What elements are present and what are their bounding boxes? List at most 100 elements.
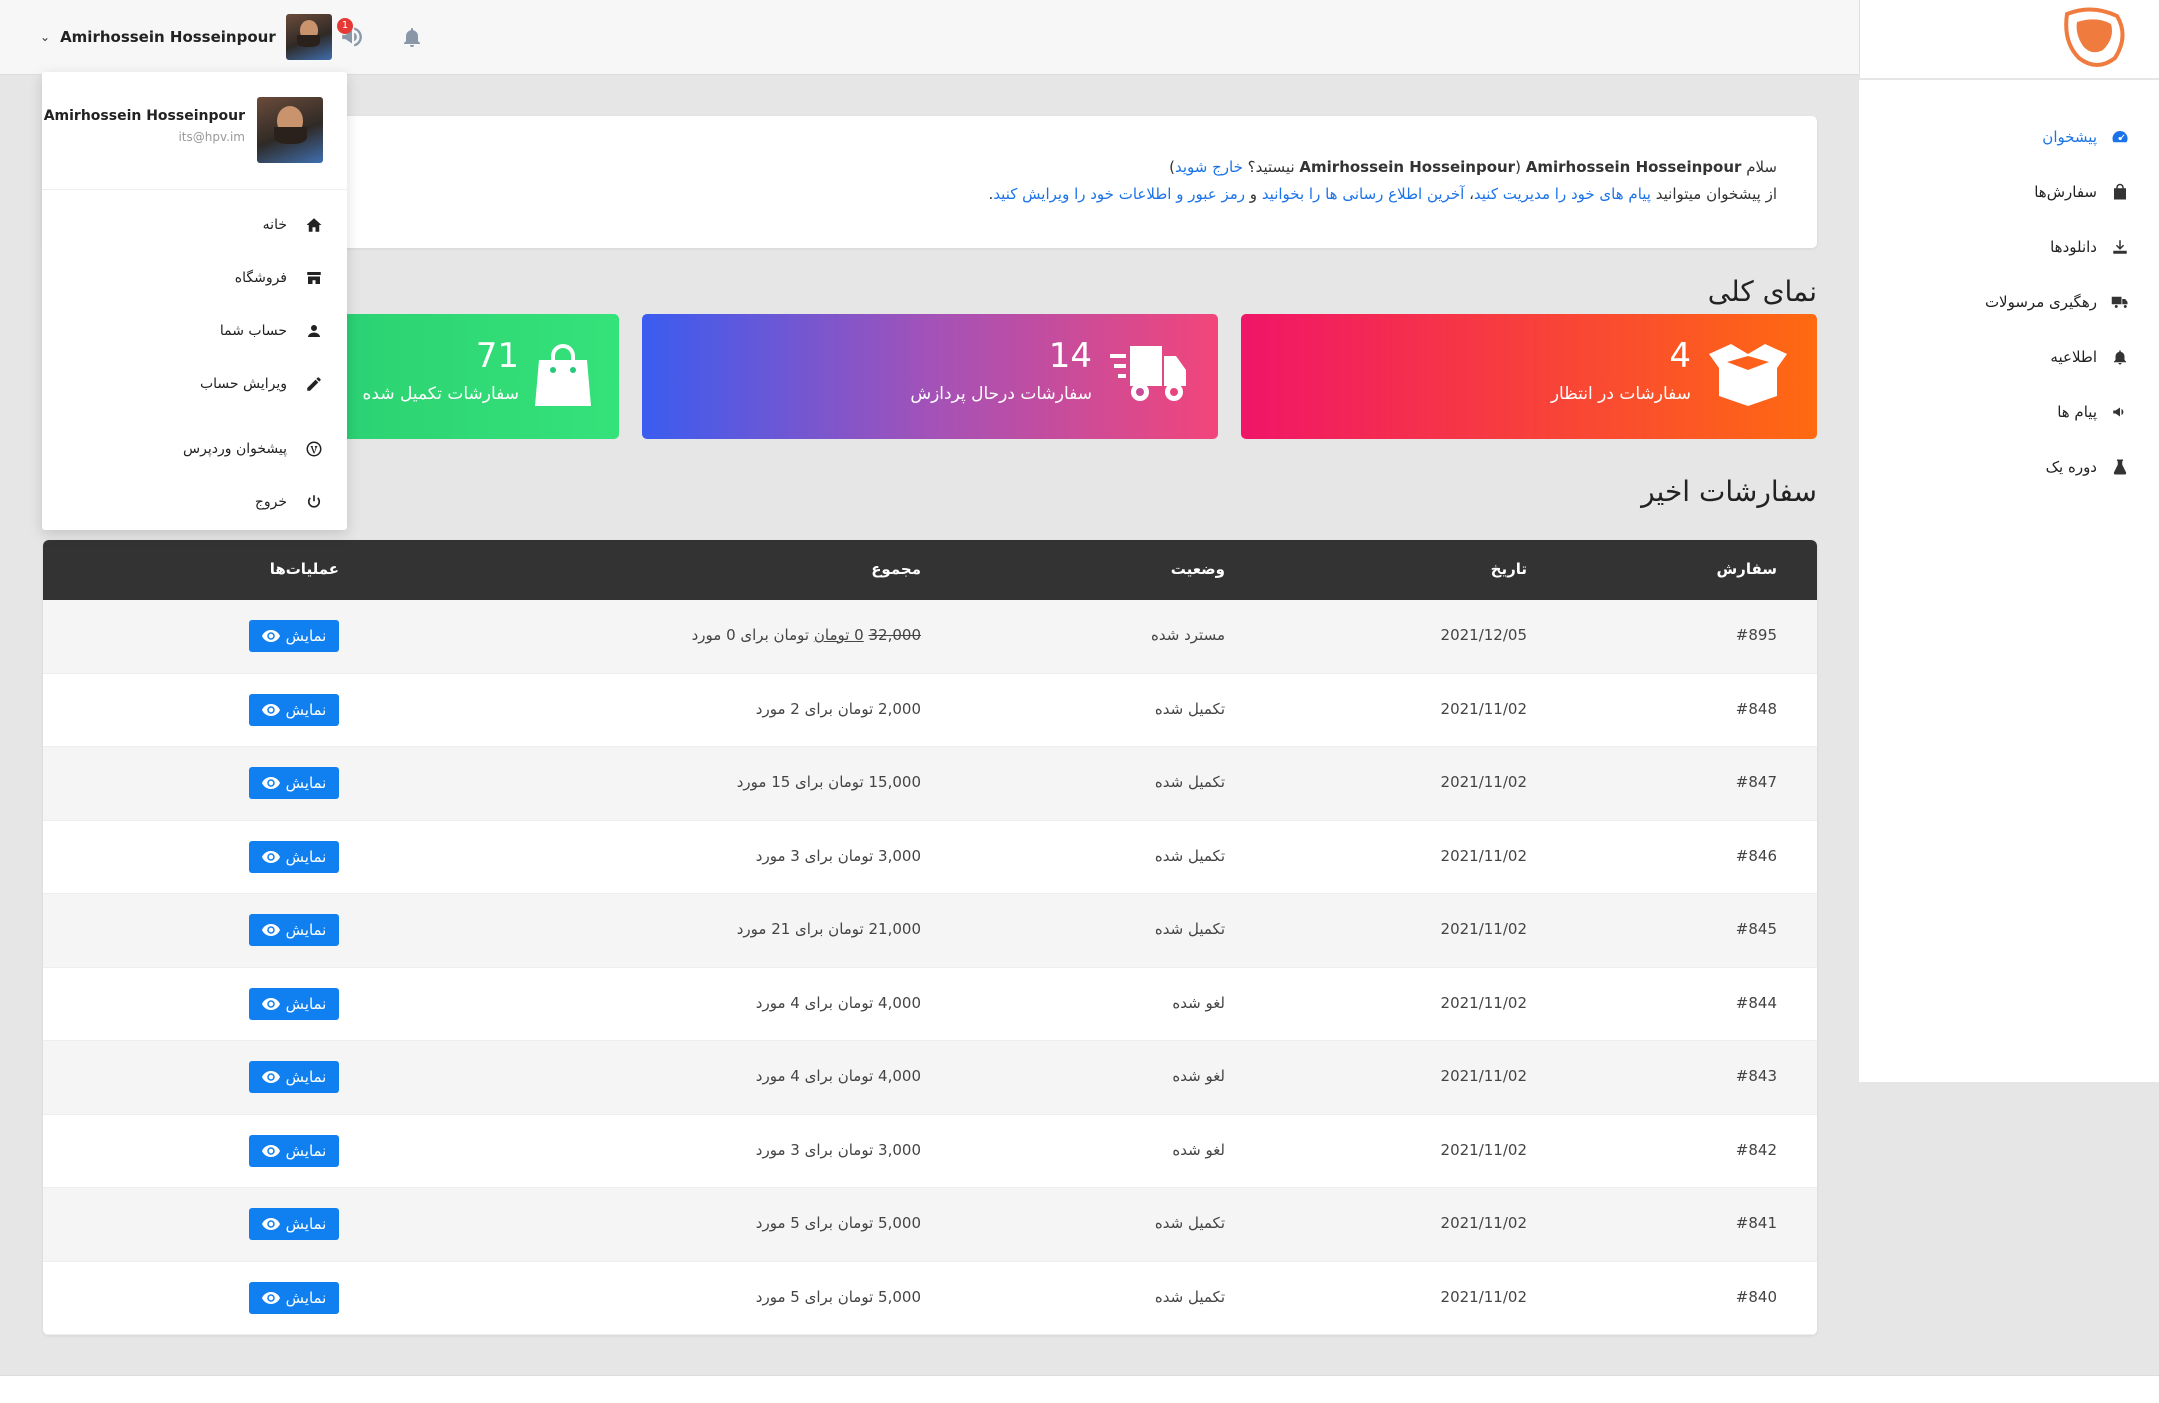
notification-badge: 1 <box>337 18 353 34</box>
logo-icon[interactable] <box>2057 6 2127 70</box>
card-label: سفارشات در انتظار <box>1550 384 1691 404</box>
order-total: 2,000 تومان برای 2 مورد <box>755 699 921 718</box>
view-order-button[interactable]: نمایش <box>249 1208 339 1240</box>
order-status: تکمیل شده <box>1154 920 1225 938</box>
shopping-bag-icon <box>535 344 591 406</box>
chevron-down-icon: ⌄ <box>40 30 51 44</box>
menu-item-logout[interactable]: خروج <box>255 489 323 515</box>
sidebar-item-label: سفارش‌ها <box>2034 183 2097 201</box>
view-order-button[interactable]: نمایش <box>249 620 339 652</box>
view-order-button[interactable]: نمایش <box>249 693 339 726</box>
view-order-button[interactable]: نمایش <box>249 1061 339 1093</box>
order-date: 2021/11/02 <box>1440 920 1527 938</box>
announcements-button[interactable]: 1 <box>335 18 369 54</box>
user-icon <box>308 325 320 337</box>
card-processing[interactable]: 14 سفارشات درحال پردازش <box>642 314 1218 439</box>
order-total: 3,000 تومان برای 3 مورد <box>755 1140 921 1159</box>
order-date: 2021/11/02 <box>1440 699 1527 718</box>
pencil-icon <box>307 377 321 391</box>
bag-icon <box>2114 183 2126 200</box>
order-number[interactable]: #846 <box>1736 847 1777 865</box>
order-number[interactable]: #843 <box>1736 1067 1777 1085</box>
avatar <box>285 14 332 60</box>
order-number[interactable]: #840 <box>1736 1288 1777 1306</box>
power-icon <box>307 495 321 508</box>
table-row: #840 2021/11/02 تکمیل شده 5,000 تومان برای … <box>43 1261 1817 1335</box>
order-number[interactable]: #842 <box>1736 1141 1777 1159</box>
order-total-old: 32,000 <box>868 626 922 644</box>
eye-icon <box>261 1218 280 1230</box>
order-number[interactable]: #841 <box>1736 1214 1777 1232</box>
menu-item-account[interactable]: حساب شما <box>220 318 323 344</box>
sidebar-item-label: اطلاعیه <box>2050 348 2097 366</box>
avatar <box>257 97 323 163</box>
view-order-button[interactable]: نمایش <box>249 840 339 873</box>
order-total: 4,000 تومان برای 4 مورد <box>755 1067 921 1085</box>
view-button-label: نمایش <box>285 1141 327 1160</box>
card-number: 4 <box>1669 336 1691 376</box>
sidebar-item-tracking[interactable]: رهگیری مرسولات <box>1985 287 2129 317</box>
home-icon <box>306 218 322 232</box>
order-number[interactable]: #848 <box>1736 700 1777 718</box>
card-pending[interactable]: 4 سفارشات در انتظار <box>1241 314 1817 439</box>
box-open-icon <box>1709 344 1787 406</box>
menu-item-wp-admin[interactable]: پیشخوان وردپرس <box>183 436 323 462</box>
megaphone-icon <box>2113 407 2124 417</box>
table-row: #845 2021/11/02 تکمیل شده 21,000 تومان برای… <box>43 894 1817 968</box>
order-status: لغو شده <box>1172 1067 1225 1085</box>
overview-title: نمای کلی <box>1707 275 1817 308</box>
view-order-button[interactable]: نمایش <box>249 1134 339 1167</box>
card-number: 14 <box>1048 336 1092 376</box>
order-number[interactable]: #895 <box>1736 626 1777 644</box>
view-button-label: نمایش <box>285 627 327 645</box>
column-date: تاریخ <box>1490 560 1527 578</box>
table-body: #895 2021/12/05 مسترد شده 32,000 0 تومان تو… <box>43 600 1817 1335</box>
sidebar-item-label: رهگیری مرسولات <box>1984 293 2097 311</box>
table-row: #846 2021/11/02 تکمیل شده 3,000 تومان برای … <box>43 820 1817 894</box>
order-status: مسترد شده <box>1151 626 1225 644</box>
order-status: تکمیل شده <box>1154 773 1225 791</box>
sidebar-item-notices[interactable]: اطلاعیه <box>2050 342 2129 372</box>
order-total: 3,000 تومان برای 3 مورد <box>755 846 921 865</box>
order-status: تکمیل شده <box>1154 846 1225 865</box>
order-date: 2021/11/02 <box>1440 846 1527 865</box>
sidebar-item-messages[interactable]: پیام ها <box>2057 397 2129 427</box>
table-row: #895 2021/12/05 مسترد شده 32,000 0 تومان تو… <box>43 600 1817 674</box>
column-status: وضعیت <box>1170 560 1225 578</box>
view-order-button[interactable]: نمایش <box>249 767 339 799</box>
sidebar-item-dashboard[interactable]: پیشخوان <box>2042 122 2129 152</box>
order-number[interactable]: #845 <box>1736 920 1777 938</box>
view-button-label: نمایش <box>285 700 327 719</box>
order-number[interactable]: #844 <box>1736 994 1777 1012</box>
sidebar-item-orders[interactable]: سفارش‌ها <box>2034 177 2129 207</box>
view-order-button[interactable]: نمایش <box>249 1281 339 1314</box>
view-button-label: نمایش <box>285 774 327 792</box>
notices-link[interactable]: آخرین اطلاع رسانی ها را بخوانید <box>1262 185 1464 203</box>
order-status: تکمیل شده <box>1154 1287 1225 1306</box>
sidebar-item-downloads[interactable]: دانلودها <box>2050 232 2129 262</box>
menu-item-edit-account[interactable]: ویرایش حساب <box>200 371 323 397</box>
messages-link[interactable]: پیام های خود را مدیریت کنید <box>1474 185 1651 203</box>
top-bar: ⌄ Amirhossein Hosseinpour 1 <box>0 0 1859 75</box>
order-total: 15,000 تومان برای 15 مورد <box>736 773 921 791</box>
orders-table: سفارش تاریخ وضعیت مجموع عملیات‌ها #895 20… <box>43 540 1817 1335</box>
sidebar: پیشخوان سفارش‌ها دانلودها رهگیری مرسولات… <box>1859 80 2159 1082</box>
order-number[interactable]: #847 <box>1736 773 1777 791</box>
view-order-button[interactable]: نمایش <box>249 914 339 946</box>
column-actions: عملیات‌ها <box>269 560 339 578</box>
table-header: سفارش تاریخ وضعیت مجموع عملیات‌ها <box>43 540 1817 600</box>
dropdown-email: its@hpv.im <box>178 130 245 144</box>
edit-account-link[interactable]: رمز عبور و اطلاعات خود را ویرایش کنید <box>993 185 1245 203</box>
bell-icon <box>404 28 420 47</box>
order-status: لغو شده <box>1172 993 1225 1012</box>
logout-link[interactable]: خارج شوید <box>1175 158 1243 176</box>
view-button-label: نمایش <box>285 1215 327 1233</box>
notifications-button[interactable] <box>395 20 429 54</box>
menu-item-home[interactable]: خانه <box>263 212 323 238</box>
eye-icon <box>261 1071 280 1083</box>
sidebar-item-course[interactable]: دوره یک <box>2046 452 2129 482</box>
user-menu-toggle[interactable]: ⌄ Amirhossein Hosseinpour <box>40 14 332 60</box>
menu-item-store[interactable]: فروشگاه <box>235 265 323 291</box>
eye-icon <box>261 924 280 936</box>
view-order-button[interactable]: نمایش <box>249 987 339 1020</box>
